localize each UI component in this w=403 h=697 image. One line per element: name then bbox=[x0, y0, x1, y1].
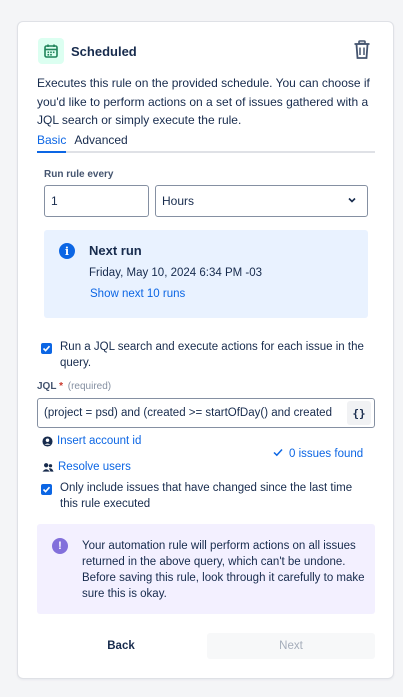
next-run-title: Next run bbox=[89, 243, 142, 258]
calendar-icon bbox=[38, 38, 64, 64]
info-icon: i bbox=[59, 243, 75, 259]
trigger-title: Scheduled bbox=[71, 43, 137, 59]
insert-account-id-link[interactable]: Insert account id bbox=[42, 435, 141, 447]
trash-icon[interactable] bbox=[351, 38, 373, 62]
card-header: Scheduled bbox=[38, 38, 373, 64]
jql-search-checkbox[interactable] bbox=[41, 343, 52, 354]
checkmark-icon bbox=[273, 448, 283, 460]
trigger-description: Executes this rule on the provided sched… bbox=[37, 76, 370, 127]
jql-query-text: (project = psd) and (created >= startOfD… bbox=[44, 407, 332, 419]
tab-advanced[interactable]: Advanced bbox=[74, 133, 127, 151]
interval-value-text: 1 bbox=[51, 194, 58, 208]
jql-label-text: JQL bbox=[37, 381, 57, 392]
jql-input[interactable]: (project = psd) and (created >= startOfD… bbox=[37, 398, 375, 428]
interval-unit-text: Hours bbox=[162, 194, 195, 208]
changed-only-checkbox[interactable] bbox=[41, 484, 52, 495]
show-next-runs-link[interactable]: Show next 10 runs bbox=[90, 288, 185, 300]
warning-text: Your automation rule will perform action… bbox=[82, 540, 365, 600]
run-rule-every-label: Run rule every bbox=[44, 169, 114, 180]
users-icon bbox=[42, 462, 54, 473]
next-run-date: Friday, May 10, 2024 6:34 PM -03 bbox=[89, 267, 263, 279]
trigger-card: Scheduled Executes this rule on the prov… bbox=[17, 21, 394, 679]
resolve-users-text: Resolve users bbox=[58, 461, 131, 473]
chevron-down-icon bbox=[347, 194, 357, 208]
changed-only-checkbox-label: Only include issues that have changed si… bbox=[60, 482, 353, 510]
person-icon bbox=[42, 435, 53, 447]
insert-account-id-text: Insert account id bbox=[57, 435, 142, 447]
tab-basic[interactable]: Basic bbox=[37, 133, 67, 153]
checkmark-icon bbox=[42, 486, 51, 493]
tab-bar: Basic Advanced bbox=[37, 133, 375, 153]
next-run-panel: i Next run Friday, May 10, 2024 6:34 PM … bbox=[44, 230, 368, 318]
interval-value-input[interactable]: 1 bbox=[44, 185, 149, 217]
checkmark-icon bbox=[42, 345, 51, 352]
next-button[interactable]: Next bbox=[207, 633, 375, 659]
interval-unit-select[interactable]: Hours bbox=[155, 185, 368, 217]
jql-search-checkbox-label: Run a JQL search and execute actions for… bbox=[60, 341, 364, 369]
warning-panel: ! Your automation rule will perform acti… bbox=[37, 524, 375, 614]
required-mark: * bbox=[59, 381, 63, 392]
jql-field-label: JQL * (required) bbox=[37, 381, 111, 392]
back-button[interactable]: Back bbox=[81, 633, 161, 659]
issues-found-status[interactable]: 0 issues found bbox=[273, 448, 363, 460]
required-text: (required) bbox=[67, 381, 112, 392]
resolve-users-link[interactable]: Resolve users bbox=[42, 461, 131, 473]
exclamation-icon: ! bbox=[52, 538, 68, 554]
issues-found-text: 0 issues found bbox=[289, 448, 364, 460]
jql-syntax-button[interactable]: {} bbox=[347, 401, 371, 425]
